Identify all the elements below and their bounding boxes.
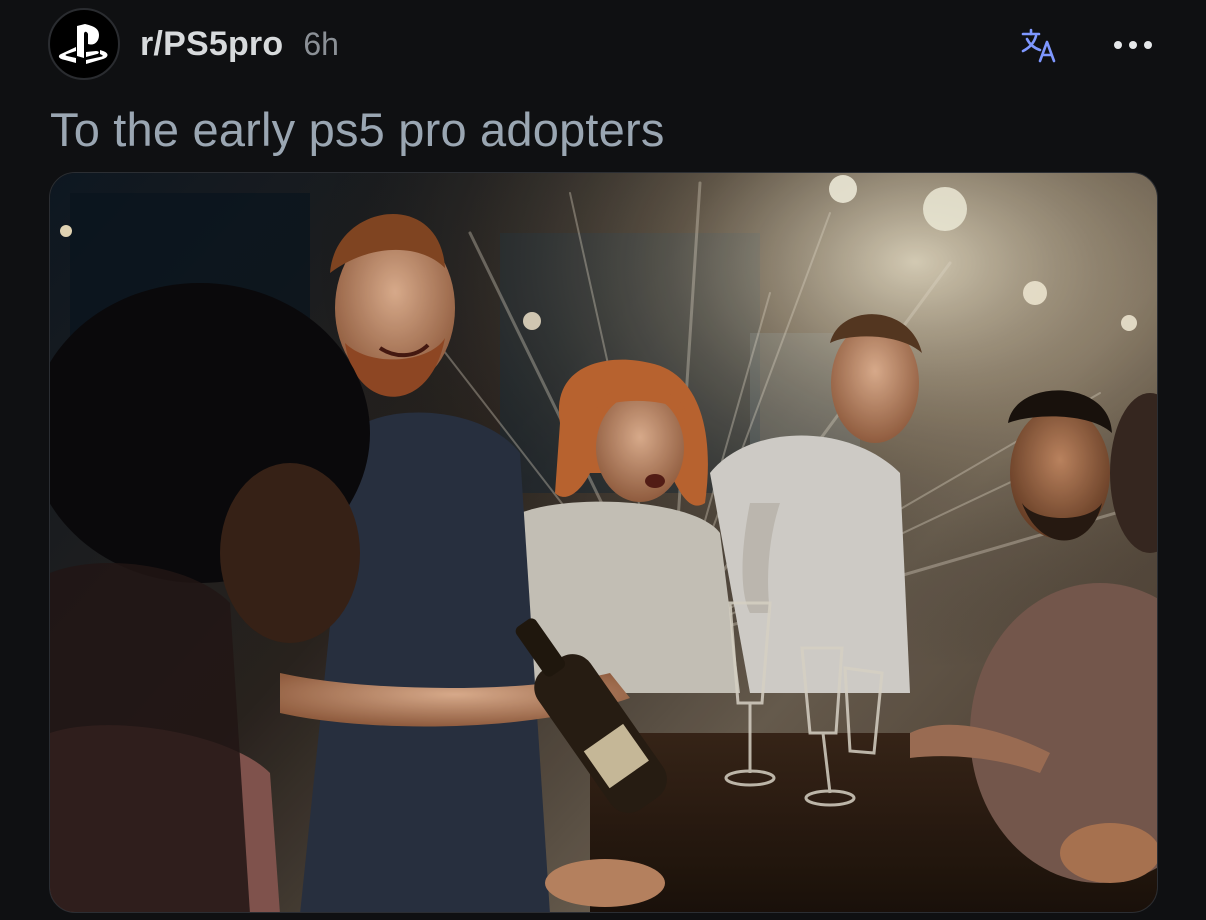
more-options-button[interactable] <box>1108 28 1158 62</box>
subreddit-name[interactable]: r/PS5pro <box>140 25 283 64</box>
post-title[interactable]: To the early ps5 pro adopters <box>50 102 665 157</box>
post-card: r/PS5pro 6h To the early ps5 pro adopter… <box>0 0 1206 920</box>
translate-icon <box>1021 28 1056 63</box>
more-options-icon <box>1114 41 1152 49</box>
playstation-logo-icon <box>58 24 108 64</box>
post-age: 6h <box>303 25 339 62</box>
post-meta: r/PS5pro 6h <box>140 25 339 64</box>
celebration-photo <box>50 173 1157 912</box>
subreddit-avatar[interactable] <box>48 8 120 80</box>
post-image[interactable] <box>49 172 1158 913</box>
translate-button[interactable] <box>1018 24 1060 66</box>
post-header: r/PS5pro 6h <box>48 8 1158 80</box>
